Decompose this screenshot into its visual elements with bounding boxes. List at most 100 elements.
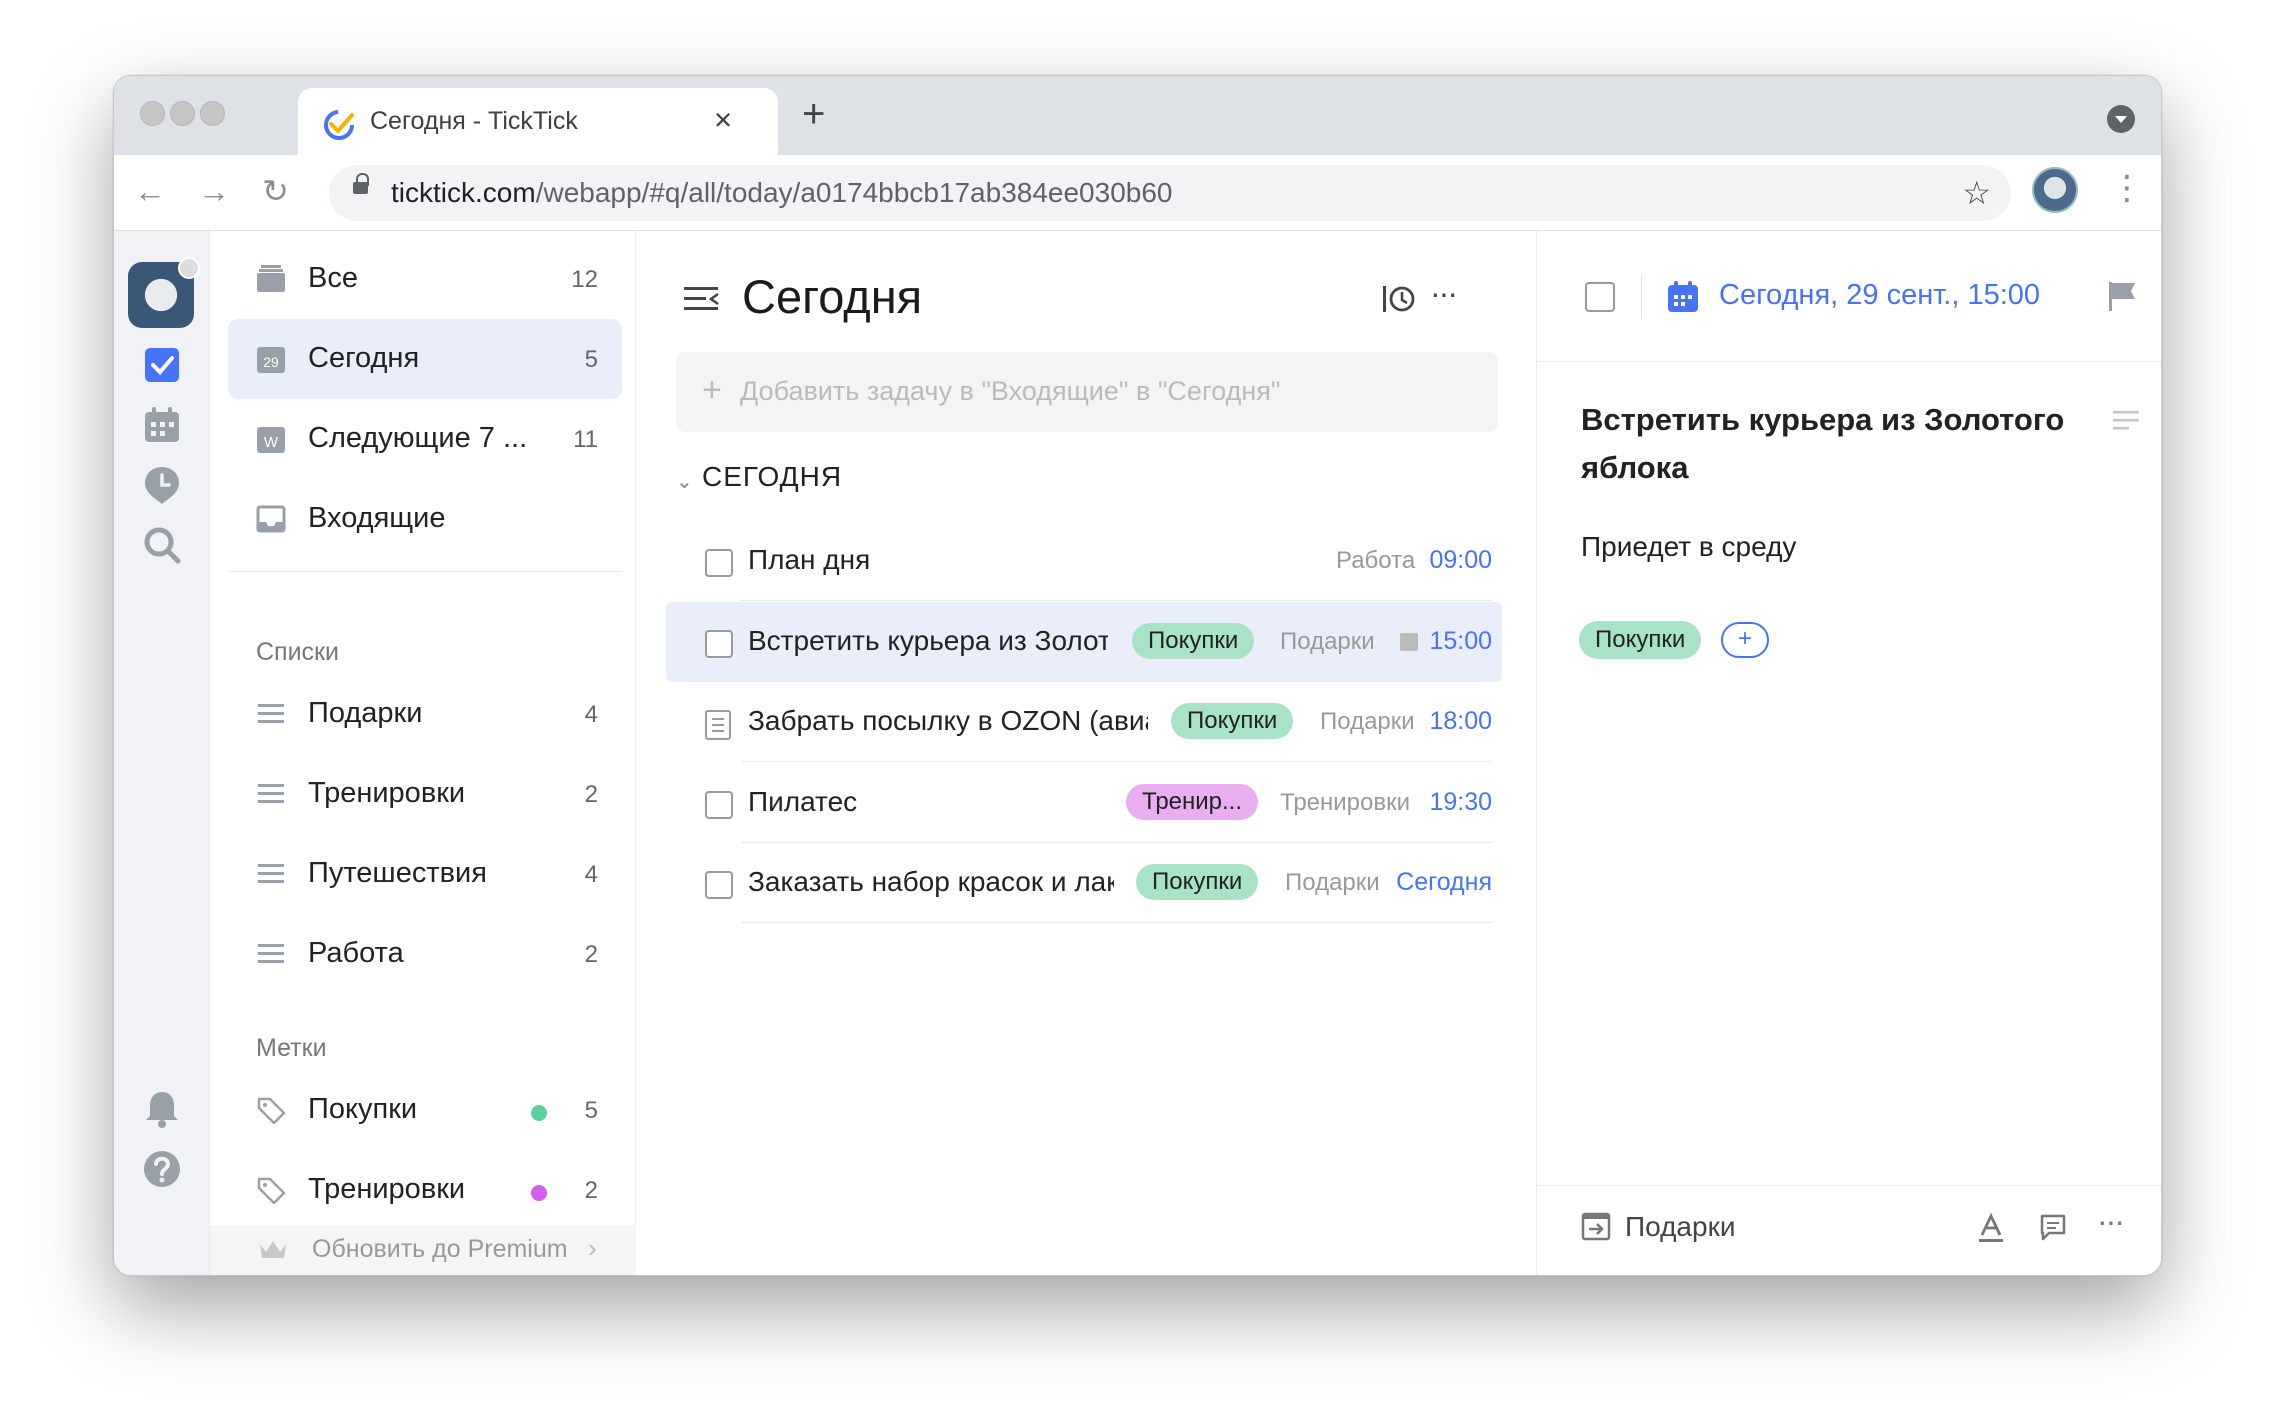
list-lines-icon bbox=[258, 864, 284, 883]
tags-section-title[interactable]: Метки bbox=[256, 1034, 327, 1063]
new-tab-button[interactable]: + bbox=[802, 94, 825, 134]
task-due-time[interactable]: 15:00 bbox=[1429, 627, 1492, 656]
detail-tag[interactable]: Покупки bbox=[1579, 621, 1702, 659]
more-options-icon[interactable]: ··· bbox=[2097, 1203, 2125, 1240]
crown-icon bbox=[260, 1241, 286, 1258]
history-clock-icon[interactable] bbox=[1382, 283, 1416, 315]
chevron-down-icon[interactable]: ⌄ bbox=[676, 469, 693, 494]
zoom-window-button[interactable] bbox=[200, 101, 225, 126]
add-task-field[interactable]: + bbox=[676, 352, 1498, 432]
sidebar-item-label: Входящие bbox=[308, 502, 446, 534]
close-window-button[interactable] bbox=[140, 101, 165, 126]
detail-list-name[interactable]: Подарки bbox=[1625, 1211, 1735, 1243]
task-row[interactable]: Пилатес Тренир... Тренировки 19:30 bbox=[666, 763, 1502, 843]
task-list-name: Подарки bbox=[1320, 708, 1415, 735]
profile-avatar[interactable] bbox=[2032, 167, 2078, 213]
move-to-list-icon[interactable] bbox=[1581, 1211, 1611, 1241]
task-checkbox[interactable] bbox=[705, 549, 733, 577]
task-checkbox[interactable] bbox=[705, 791, 733, 819]
tab-search-icon[interactable] bbox=[2107, 105, 2135, 133]
search-icon[interactable] bbox=[142, 525, 182, 565]
lock-icon[interactable] bbox=[353, 173, 369, 194]
list-lines-icon bbox=[258, 704, 284, 723]
detail-task-title[interactable]: Встретить курьера из Золотого яблока bbox=[1581, 396, 2101, 492]
browser-menu-icon[interactable]: ⋮ bbox=[2110, 171, 2144, 205]
task-due-time[interactable]: 18:00 bbox=[1429, 707, 1492, 736]
all-tasks-icon bbox=[257, 265, 285, 292]
task-tag[interactable]: Покупки bbox=[1132, 623, 1255, 659]
task-title[interactable]: Забрать посылку в OZON (авиапарк) bbox=[748, 705, 1148, 737]
sidebar-item-inbox[interactable]: Входящие bbox=[228, 479, 622, 559]
task-title[interactable]: Заказать набор красок и лак bbox=[748, 866, 1114, 898]
task-row[interactable]: Заказать набор красок и лак Покупки Пода… bbox=[666, 843, 1502, 923]
task-row[interactable]: План дня Работа 09:00 bbox=[666, 521, 1502, 601]
minimize-window-button[interactable] bbox=[170, 101, 195, 126]
task-title[interactable]: Пилатес bbox=[748, 786, 1048, 818]
sidebar-item-count: 2 bbox=[584, 1177, 598, 1204]
reload-button[interactable]: ↻ bbox=[262, 173, 289, 209]
help-icon[interactable] bbox=[142, 1149, 182, 1189]
sidebar-item-list-work[interactable]: Работа 2 bbox=[228, 914, 622, 994]
sidebar-item-list-travel[interactable]: Путешествия 4 bbox=[228, 834, 622, 914]
browser-window: Сегодня - TickTick × + ← → ↻ ticktick.co… bbox=[113, 75, 2162, 1276]
group-title: СЕГОДНЯ bbox=[702, 461, 843, 492]
task-checkbox[interactable] bbox=[705, 630, 733, 658]
task-list-name: Тренировки bbox=[1280, 789, 1411, 816]
calendar-icon[interactable] bbox=[142, 405, 182, 445]
back-button[interactable]: ← bbox=[134, 173, 166, 209]
task-due-time[interactable]: 19:30 bbox=[1429, 788, 1492, 817]
add-task-input[interactable] bbox=[740, 368, 1440, 414]
task-tag[interactable]: Покупки bbox=[1171, 703, 1294, 739]
icon-rail bbox=[114, 231, 210, 1275]
pomodoro-icon[interactable] bbox=[142, 465, 182, 505]
task-row-selected[interactable]: Встретить курьера из Золотого яблока Пок… bbox=[666, 602, 1502, 682]
plus-icon: + bbox=[702, 371, 722, 409]
task-title[interactable]: Встретить курьера из Золотого яблока bbox=[748, 625, 1108, 657]
bell-icon[interactable] bbox=[142, 1089, 182, 1129]
task-tag[interactable]: Покупки bbox=[1136, 864, 1259, 900]
sidebar-item-list-gifts[interactable]: Подарки 4 bbox=[228, 674, 622, 754]
tag-color-dot bbox=[531, 1185, 547, 1201]
sidebar-item-label: Все bbox=[308, 262, 358, 294]
sidebar-item-count: 2 bbox=[584, 941, 598, 968]
add-tag-button[interactable]: + bbox=[1721, 622, 1769, 658]
note-task-icon[interactable] bbox=[705, 710, 731, 740]
priority-flag-icon[interactable] bbox=[2107, 280, 2137, 312]
sidebar-item-tag-workouts[interactable]: Тренировки 2 bbox=[228, 1150, 622, 1230]
task-checkbox[interactable] bbox=[705, 871, 733, 899]
omnibox[interactable]: ticktick.com/webapp/#q/all/today/a0174bb… bbox=[329, 165, 2011, 221]
calendar-icon[interactable] bbox=[1667, 281, 1699, 313]
due-date-button[interactable]: Сегодня, 29 сент., 15:00 bbox=[1719, 279, 2040, 312]
sidebar-item-count: 5 bbox=[584, 1097, 598, 1124]
task-row[interactable]: Забрать посылку в OZON (авиапарк) Покупк… bbox=[666, 682, 1502, 762]
task-title[interactable]: План дня bbox=[748, 544, 1128, 576]
sidebar-item-all[interactable]: Все 12 bbox=[228, 239, 622, 319]
task-due-time[interactable]: 09:00 bbox=[1429, 546, 1492, 575]
sidebar-item-label: Подарки bbox=[308, 697, 423, 729]
browser-tab[interactable]: Сегодня - TickTick × bbox=[298, 88, 778, 155]
task-list-name: Работа bbox=[1336, 547, 1416, 574]
sidebar-item-today[interactable]: 29 Сегодня 5 bbox=[228, 319, 622, 399]
text-format-icon[interactable] bbox=[1977, 1213, 2005, 1243]
detail-task-checkbox[interactable] bbox=[1585, 282, 1615, 312]
sidebar-item-tag-shopping[interactable]: Покупки 5 bbox=[228, 1070, 622, 1150]
collapse-sidebar-icon[interactable] bbox=[684, 285, 720, 313]
bookmark-star-icon[interactable]: ☆ bbox=[1962, 174, 1991, 212]
sidebar-item-count: 5 bbox=[584, 346, 598, 373]
lists-section-title[interactable]: Списки bbox=[256, 638, 339, 667]
description-mode-icon[interactable] bbox=[2113, 409, 2139, 431]
more-options-icon[interactable]: ··· bbox=[1430, 275, 1458, 312]
task-tag[interactable]: Тренир... bbox=[1126, 784, 1259, 820]
comment-icon[interactable] bbox=[2039, 1213, 2067, 1241]
upgrade-premium-button[interactable]: Обновить до Premium › bbox=[210, 1225, 636, 1275]
sidebar-item-list-workouts[interactable]: Тренировки 2 bbox=[228, 754, 622, 834]
header-divider bbox=[1641, 275, 1642, 319]
tasks-checkbox-icon[interactable] bbox=[142, 345, 182, 385]
sidebar-item-next-7-days[interactable]: W Следующие 7 ... 11 bbox=[228, 399, 622, 479]
row-divider bbox=[741, 761, 1492, 762]
tab-close-icon[interactable]: × bbox=[714, 102, 732, 138]
task-due-date[interactable]: Сегодня bbox=[1396, 868, 1492, 897]
url-text[interactable]: ticktick.com/webapp/#q/all/today/a0174bb… bbox=[391, 177, 1172, 209]
forward-button[interactable]: → bbox=[198, 173, 230, 209]
detail-description[interactable]: Приедет в среду bbox=[1581, 531, 1796, 563]
